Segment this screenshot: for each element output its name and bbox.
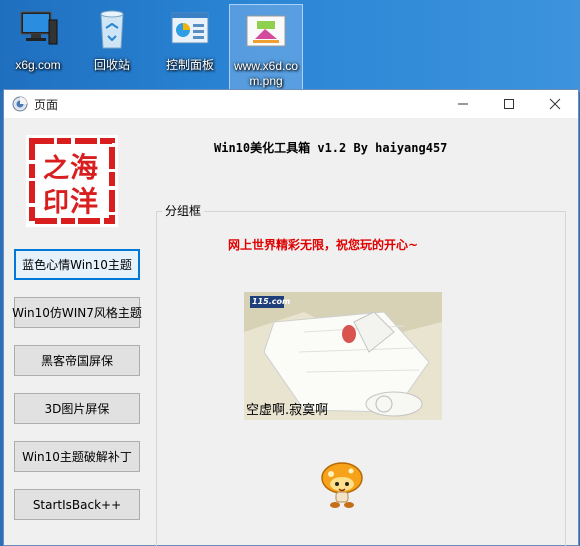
mushroom-mascot-icon <box>318 458 366 510</box>
group-box-label: 分组框 <box>162 202 205 219</box>
3d-picture-screensaver-button[interactable]: 3D图片屏保 <box>14 393 140 424</box>
desktop-icon-recycle-bin[interactable]: 回收站 <box>76 4 148 90</box>
desktop: x6g.com 回收站 控制面板 www.x6d.com.png <box>0 0 580 92</box>
recycle-bin-icon <box>89 6 135 52</box>
desktop-icon-label: 回收站 <box>93 58 130 72</box>
maximize-icon <box>504 99 514 109</box>
matrix-screensaver-button[interactable]: 黑客帝国屏保 <box>14 345 140 376</box>
startisback-button[interactable]: StartIsBack++ <box>14 489 140 520</box>
title-bar[interactable]: 页面 <box>4 90 578 118</box>
app-window: 页面 海 之 洋 印 Win10美化工具箱 v1.2 By haiyang457… <box>3 89 579 546</box>
desktop-icon-label: x6g.com <box>15 58 61 72</box>
svg-text:印: 印 <box>43 188 69 218</box>
close-button[interactable] <box>532 90 578 118</box>
window-title: 页面 <box>34 97 59 112</box>
win7-style-theme-button[interactable]: Win10仿WIN7风格主题 <box>12 297 142 328</box>
minimize-button[interactable] <box>440 90 486 118</box>
desktop-icon-label: 控制面板 <box>165 58 214 72</box>
control-panel-icon <box>167 6 213 52</box>
animated-image: 115.com 空虚啊.寂寞啊 <box>244 292 442 420</box>
slogan-text: 网上世界精彩无限，祝您玩的开心~ <box>228 238 419 252</box>
image-file-icon <box>243 7 289 53</box>
app-icon <box>12 96 28 112</box>
image-caption: 空虚啊.寂寞啊 <box>246 403 329 418</box>
image-watermark: 115.com <box>252 297 291 306</box>
app-title: Win10美化工具箱 v1.2 By haiyang457 <box>214 141 448 155</box>
blue-mood-theme-button[interactable]: 蓝色心情Win10主题 <box>14 249 140 280</box>
desktop-icon-control-panel[interactable]: 控制面板 <box>154 4 226 90</box>
svg-text:洋: 洋 <box>70 185 98 218</box>
close-icon <box>549 98 561 110</box>
minimize-icon <box>458 103 468 105</box>
desktop-icon-computer[interactable]: x6g.com <box>2 4 74 90</box>
svg-text:之: 之 <box>43 153 69 184</box>
desktop-icon-image-file[interactable]: www.x6d.com.png <box>229 4 303 90</box>
computer-icon <box>15 6 61 52</box>
maximize-button[interactable] <box>486 90 532 118</box>
seal-logo: 海 之 洋 印 <box>26 135 118 227</box>
desktop-icon-label: www.x6d.com.png <box>233 59 299 88</box>
window-client-area: 海 之 洋 印 Win10美化工具箱 v1.2 By haiyang457 蓝色… <box>4 118 578 546</box>
theme-crack-patch-button[interactable]: Win10主题破解补丁 <box>14 441 140 472</box>
svg-text:海: 海 <box>70 151 98 184</box>
